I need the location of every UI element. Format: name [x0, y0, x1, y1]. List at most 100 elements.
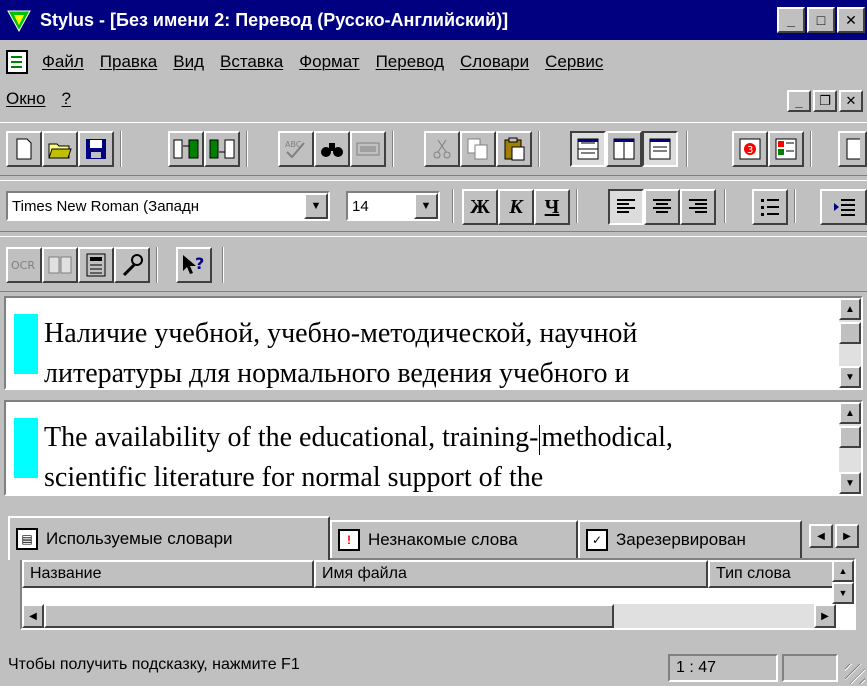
cut-scissors-icon[interactable]	[424, 131, 460, 167]
column-name[interactable]: Название	[22, 560, 314, 588]
new-document-icon[interactable]	[6, 131, 42, 167]
overflow-toolbar-icon[interactable]	[838, 131, 867, 167]
column-word-type[interactable]: Тип слова	[708, 560, 836, 588]
scroll-thumb[interactable]	[44, 604, 614, 628]
tab-used-dictionaries[interactable]: ▤ Используемые словари	[8, 516, 330, 560]
scroll-thumb[interactable]	[839, 426, 861, 448]
align-right-icon[interactable]	[680, 189, 716, 225]
translation-line: The availability of the educational, tra…	[44, 422, 673, 455]
scroll-up-icon[interactable]: ▲	[839, 298, 861, 320]
minimize-button[interactable]: _	[777, 7, 805, 33]
tab-scroll-right-icon[interactable]: ▶	[835, 524, 859, 548]
menu-edit[interactable]: Правка	[92, 52, 165, 72]
save-icon[interactable]	[78, 131, 114, 167]
bulleted-list-icon[interactable]	[752, 189, 788, 225]
tab-scroll-left-icon[interactable]: ◀	[809, 524, 833, 548]
maximize-button[interactable]: □	[807, 7, 835, 33]
scroll-left-icon[interactable]: ◀	[22, 604, 44, 628]
find-binoculars-icon[interactable]	[314, 131, 350, 167]
export-icon[interactable]	[204, 131, 240, 167]
status-hint: Чтобы получить подсказку, нажмите F1	[8, 656, 300, 673]
source-text[interactable]: Наличие учебной, учебно-методической, на…	[44, 314, 637, 394]
dictionary-tabs: ▤ Используемые словари ! Незнакомые слов…	[4, 516, 863, 560]
svg-text:?: ?	[195, 254, 204, 273]
menu-translate[interactable]: Перевод	[368, 52, 452, 72]
scroll-right-icon[interactable]: ▶	[814, 604, 836, 628]
tab-label: Зарезервирован	[616, 530, 746, 549]
chevron-down-icon[interactable]: ▼	[304, 193, 328, 219]
menu-view[interactable]: Вид	[165, 52, 212, 72]
source-line: Наличие учебной, учебно-методической, на…	[44, 318, 638, 349]
menu-file[interactable]: Файл	[34, 52, 92, 72]
translation-text-pane[interactable]: The availability of the educational, tra…	[4, 400, 863, 496]
wrench-icon[interactable]	[114, 247, 150, 283]
context-help-icon[interactable]: ?	[176, 247, 212, 283]
toolbar-separator	[724, 189, 726, 223]
status-indicator	[782, 654, 838, 682]
dictionary-list[interactable]: Название Имя файла Тип слова ▲ ▼ ◀ ▶	[20, 558, 856, 630]
scroll-down-icon[interactable]: ▼	[839, 472, 861, 494]
translation-text[interactable]: The availability of the educational, tra…	[44, 418, 673, 498]
layout-single-icon[interactable]	[642, 131, 678, 167]
underline-button[interactable]: Ч	[534, 189, 570, 225]
spellcheck-icon[interactable]: ABC	[278, 131, 314, 167]
open-folder-icon[interactable]	[42, 131, 78, 167]
chevron-down-icon[interactable]: ▼	[414, 193, 438, 219]
menu-service[interactable]: Сервис	[537, 52, 611, 72]
scroll-up-icon[interactable]: ▲	[832, 560, 854, 582]
menu-window[interactable]: Окно	[6, 89, 54, 109]
resize-grip-icon[interactable]	[845, 664, 865, 684]
tab-label: Используемые словари	[46, 529, 233, 548]
doc-minimize-button[interactable]: _	[787, 90, 811, 112]
scroll-down-icon[interactable]: ▼	[839, 366, 861, 388]
source-vertical-scrollbar[interactable]: ▲ ▼	[839, 298, 861, 388]
unknown-words-icon: !	[338, 529, 360, 551]
scroll-down-icon[interactable]: ▼	[832, 582, 854, 604]
decrease-indent-icon[interactable]	[820, 189, 867, 225]
font-size-combo[interactable]: 14 ▼	[346, 191, 440, 221]
layout-vertical-icon[interactable]	[606, 131, 642, 167]
list-horizontal-scrollbar[interactable]: ◀ ▶	[22, 604, 836, 628]
close-button[interactable]: ✕	[837, 7, 865, 33]
bold-button[interactable]: Ж	[462, 189, 498, 225]
source-text-pane[interactable]: Наличие учебной, учебно-методической, на…	[4, 296, 863, 390]
menu-format[interactable]: Формат	[291, 52, 367, 72]
svg-text:OCR: OCR	[11, 259, 35, 272]
book-icon[interactable]	[42, 247, 78, 283]
menu-dictionaries[interactable]: Словари	[452, 52, 537, 72]
paste-clipboard-icon[interactable]	[496, 131, 532, 167]
doc-restore-button[interactable]: ❐	[813, 90, 837, 112]
ocr-icon[interactable]: OCR	[6, 247, 42, 283]
menu-insert[interactable]: Вставка	[212, 52, 291, 72]
tab-unknown-words[interactable]: ! Незнакомые слова	[330, 520, 578, 558]
translation-vertical-scrollbar[interactable]: ▲ ▼	[839, 402, 861, 494]
replace-icon[interactable]	[350, 131, 386, 167]
toolbar-separator	[794, 189, 796, 223]
layout-horizontal-icon[interactable]	[570, 131, 606, 167]
align-left-icon[interactable]	[608, 189, 644, 225]
calculator-icon[interactable]	[78, 247, 114, 283]
list-vertical-scrollbar[interactable]: ▲ ▼	[832, 560, 854, 604]
align-center-icon[interactable]	[644, 189, 680, 225]
toolbar-separator	[246, 131, 248, 167]
italic-button[interactable]: К	[498, 189, 534, 225]
scroll-up-icon[interactable]: ▲	[839, 402, 861, 424]
reserved-icon: ✓	[586, 529, 608, 551]
menu-help[interactable]: ?	[54, 89, 79, 109]
tab-reserved[interactable]: ✓ Зарезервирован	[578, 520, 802, 558]
dictionary-edit-icon[interactable]: 3	[732, 131, 768, 167]
dictionary-icon: ▤	[16, 528, 38, 550]
formatting-toolbar: Times New Roman (Западн ▼ 14 ▼ Ж К Ч	[0, 180, 867, 232]
doc-close-button[interactable]: ✕	[839, 90, 863, 112]
document-icon[interactable]	[6, 50, 28, 74]
copy-icon[interactable]	[460, 131, 496, 167]
dictionary-list-icon[interactable]	[768, 131, 804, 167]
font-name-combo[interactable]: Times New Roman (Западн ▼	[6, 191, 330, 221]
import-icon[interactable]	[168, 131, 204, 167]
scroll-thumb[interactable]	[839, 322, 861, 344]
column-filename[interactable]: Имя файла	[314, 560, 708, 588]
svg-text:3: 3	[747, 145, 753, 156]
title-bar: Stylus - [Без имени 2: Перевод (Русско-А…	[0, 0, 867, 40]
stylus-app-icon[interactable]	[4, 5, 34, 35]
font-size-value: 14	[352, 197, 369, 215]
